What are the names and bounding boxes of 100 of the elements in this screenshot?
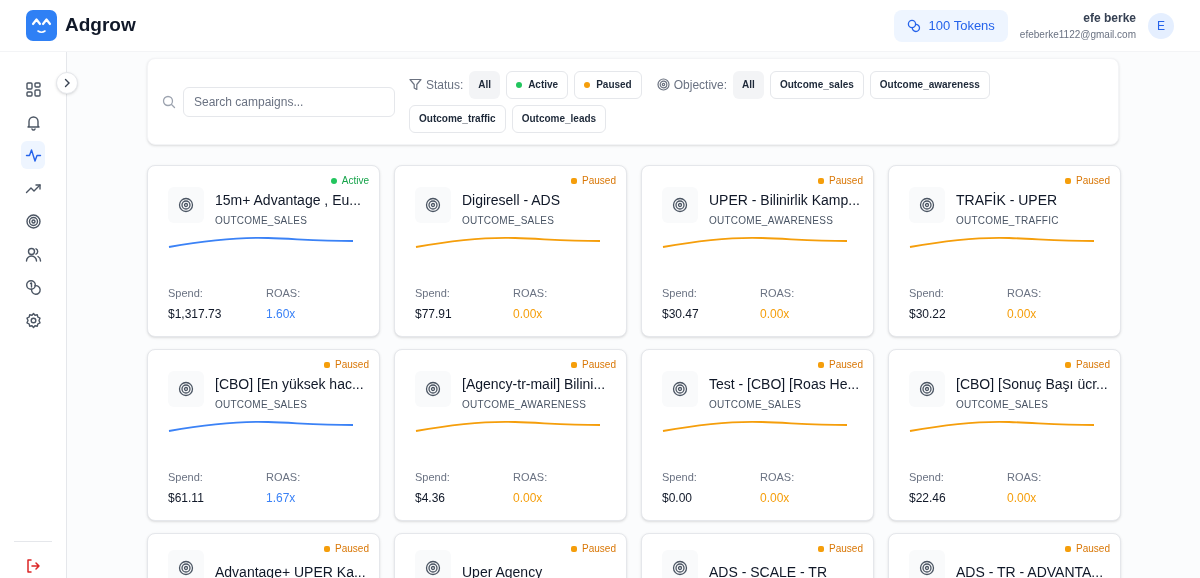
logo-icon (26, 10, 57, 41)
user-avatar[interactable]: E (1148, 12, 1174, 39)
campaign-title: [Agency-tr-mail] Bilini... (462, 375, 606, 394)
campaign-card[interactable]: Paused Test - [CBO] [Roas He... OUTCOME_SALES Spend: $0.00 ROAS: 0.00x (641, 349, 874, 521)
gear-icon (24, 311, 42, 329)
spend-value: $1,317.73 (168, 305, 223, 323)
target-icon (909, 187, 945, 223)
campaign-card[interactable]: Paused Digiresell - ADS OUTCOME_SALES Spend: $77.91 ROAS: 0.00x (394, 165, 627, 337)
roas-label: ROAS: (513, 470, 549, 485)
user-name: efe berke (1083, 10, 1136, 27)
campaign-title: ADS - TR - ADVANTA... (956, 562, 1104, 578)
status-label: Status: (426, 76, 464, 94)
spend-label: Spend: (909, 470, 945, 485)
campaign-objective: OUTCOME_SALES (462, 214, 556, 228)
campaign-objective: OUTCOME_SALES (215, 398, 309, 412)
status-badge: Paused (1063, 359, 1110, 371)
status-badge: Paused (569, 543, 616, 555)
spend-value: $61.11 (168, 489, 205, 507)
objective-filter-chip[interactable]: Outcome_sales (769, 70, 864, 99)
filter-icon (409, 78, 422, 91)
campaign-card[interactable]: Paused [CBO] [En yüksek hac... OUTCOME_SALES Spend: $61.11 ROAS: 1.67x (147, 349, 380, 521)
target-icon (415, 187, 451, 223)
spend-value: $30.47 (662, 305, 700, 323)
status-badge: Paused (1063, 175, 1110, 187)
spend-value: $22.46 (909, 489, 947, 507)
target-icon (656, 78, 670, 91)
tokens-button[interactable]: 100 Tokens (893, 9, 1008, 42)
campaign-card[interactable]: Paused ADS - SCALE - TR (641, 533, 874, 578)
sidebar-nav-item[interactable] (21, 141, 45, 169)
roas-label: ROAS: (1007, 470, 1043, 485)
roas-value: 0.00x (513, 489, 544, 507)
roas-value: 0.00x (1007, 305, 1038, 323)
users-icon (24, 245, 42, 263)
roas-label: ROAS: (266, 470, 302, 485)
objective-filter-chip[interactable]: Outcome_traffic (409, 104, 506, 133)
spend-label: Spend: (415, 286, 451, 301)
grid-icon (24, 80, 42, 98)
campaign-card[interactable]: Paused UPER - Bilinirlik Kamp... OUTCOME_AWARENESS Spend: $30.47 ROAS: 0.00x (641, 165, 874, 337)
status-badge: Paused (569, 175, 616, 187)
roas-value: 0.00x (760, 305, 791, 323)
roas-value: 1.60x (266, 305, 297, 323)
search-icon (162, 94, 176, 109)
target-icon (662, 371, 698, 407)
spend-value: $30.22 (909, 305, 947, 323)
campaign-title: Test - [CBO] [Roas He... (709, 375, 860, 394)
campaign-card[interactable]: Paused TRAFİK - UPER OUTCOME_TRAFFIC Spend: $30.22 ROAS: 0.00x (888, 165, 1121, 337)
campaign-title: TRAFİK - UPER (956, 191, 1059, 210)
target-icon (662, 187, 698, 223)
coins-icon (24, 278, 42, 296)
target-icon (415, 371, 451, 407)
spend-value: $4.36 (415, 489, 447, 507)
target-icon (168, 187, 204, 223)
spend-value: $0.00 (662, 489, 694, 507)
campaign-objective: OUTCOME_SALES (956, 398, 1050, 412)
bell-icon (24, 113, 42, 131)
logout-icon (25, 558, 41, 574)
target-icon (909, 550, 945, 578)
target-icon (24, 212, 42, 230)
spend-label: Spend: (415, 470, 451, 485)
campaign-title: ADS - SCALE - TR (709, 562, 827, 578)
user-email: efeberke1122@gmail.com (1019, 28, 1136, 42)
objective-label: Objective: (673, 76, 728, 94)
campaign-card[interactable]: Paused [CBO] [Sonuç Başı ücr... OUTCOME_SALES Spend: $22.46 ROAS: 0.00x (888, 349, 1121, 521)
campaign-objective: OUTCOME_AWARENESS (709, 214, 835, 228)
roas-label: ROAS: (1007, 286, 1043, 301)
spend-label: Spend: (168, 470, 204, 485)
status-badge: Paused (816, 359, 863, 371)
status-filter-chip[interactable]: Active (506, 70, 569, 99)
collapse-toggle-button[interactable] (56, 72, 78, 94)
roas-label: ROAS: (760, 286, 796, 301)
spend-label: Spend: (168, 286, 204, 301)
campaign-title: UPER - Bilinirlik Kamp... (709, 191, 860, 210)
status-filter-chip[interactable]: Paused (574, 70, 642, 99)
objective-filter-chip[interactable]: All (733, 70, 764, 99)
status-badge: Paused (816, 543, 863, 555)
objective-filter-chip[interactable]: Outcome_leads (511, 104, 607, 133)
target-icon (662, 550, 698, 578)
campaign-card[interactable]: Paused ADS - TR - ADVANTA... (888, 533, 1121, 578)
coins-icon (906, 18, 921, 33)
status-badge: Paused (322, 359, 369, 371)
campaign-title: 15m+ Advantage , Eu... (215, 191, 361, 210)
objective-filter-chip[interactable]: Outcome_awareness (869, 70, 990, 99)
campaign-title: [CBO] [Sonuç Başı ücr... (956, 375, 1108, 394)
search-field[interactable]: Search campaigns... (183, 86, 395, 117)
target-icon (168, 371, 204, 407)
campaign-objective: OUTCOME_AWARENESS (462, 398, 588, 412)
status-badge: Paused (816, 175, 863, 187)
status-badge: Paused (322, 543, 369, 555)
target-icon (909, 371, 945, 407)
campaign-card[interactable]: Paused [Agency-tr-mail] Bilini... OUTCOME_AWARENESS Spend: $4.36 ROAS: 0.00x (394, 349, 627, 521)
roas-label: ROAS: (513, 286, 549, 301)
status-filter-chip[interactable]: All (469, 70, 501, 99)
chevron-right-icon (62, 78, 72, 88)
campaign-card[interactable]: Active 15m+ Advantage , Eu... OUTCOME_SALES Spend: $1,317.73 ROAS: 1.60x (147, 165, 380, 337)
campaign-title: [CBO] [En yüksek hac... (215, 375, 364, 394)
campaign-objective: OUTCOME_SALES (709, 398, 803, 412)
spend-label: Spend: (662, 470, 698, 485)
target-icon (168, 550, 204, 578)
roas-label: ROAS: (266, 286, 302, 301)
spend-value: $77.91 (415, 305, 453, 323)
